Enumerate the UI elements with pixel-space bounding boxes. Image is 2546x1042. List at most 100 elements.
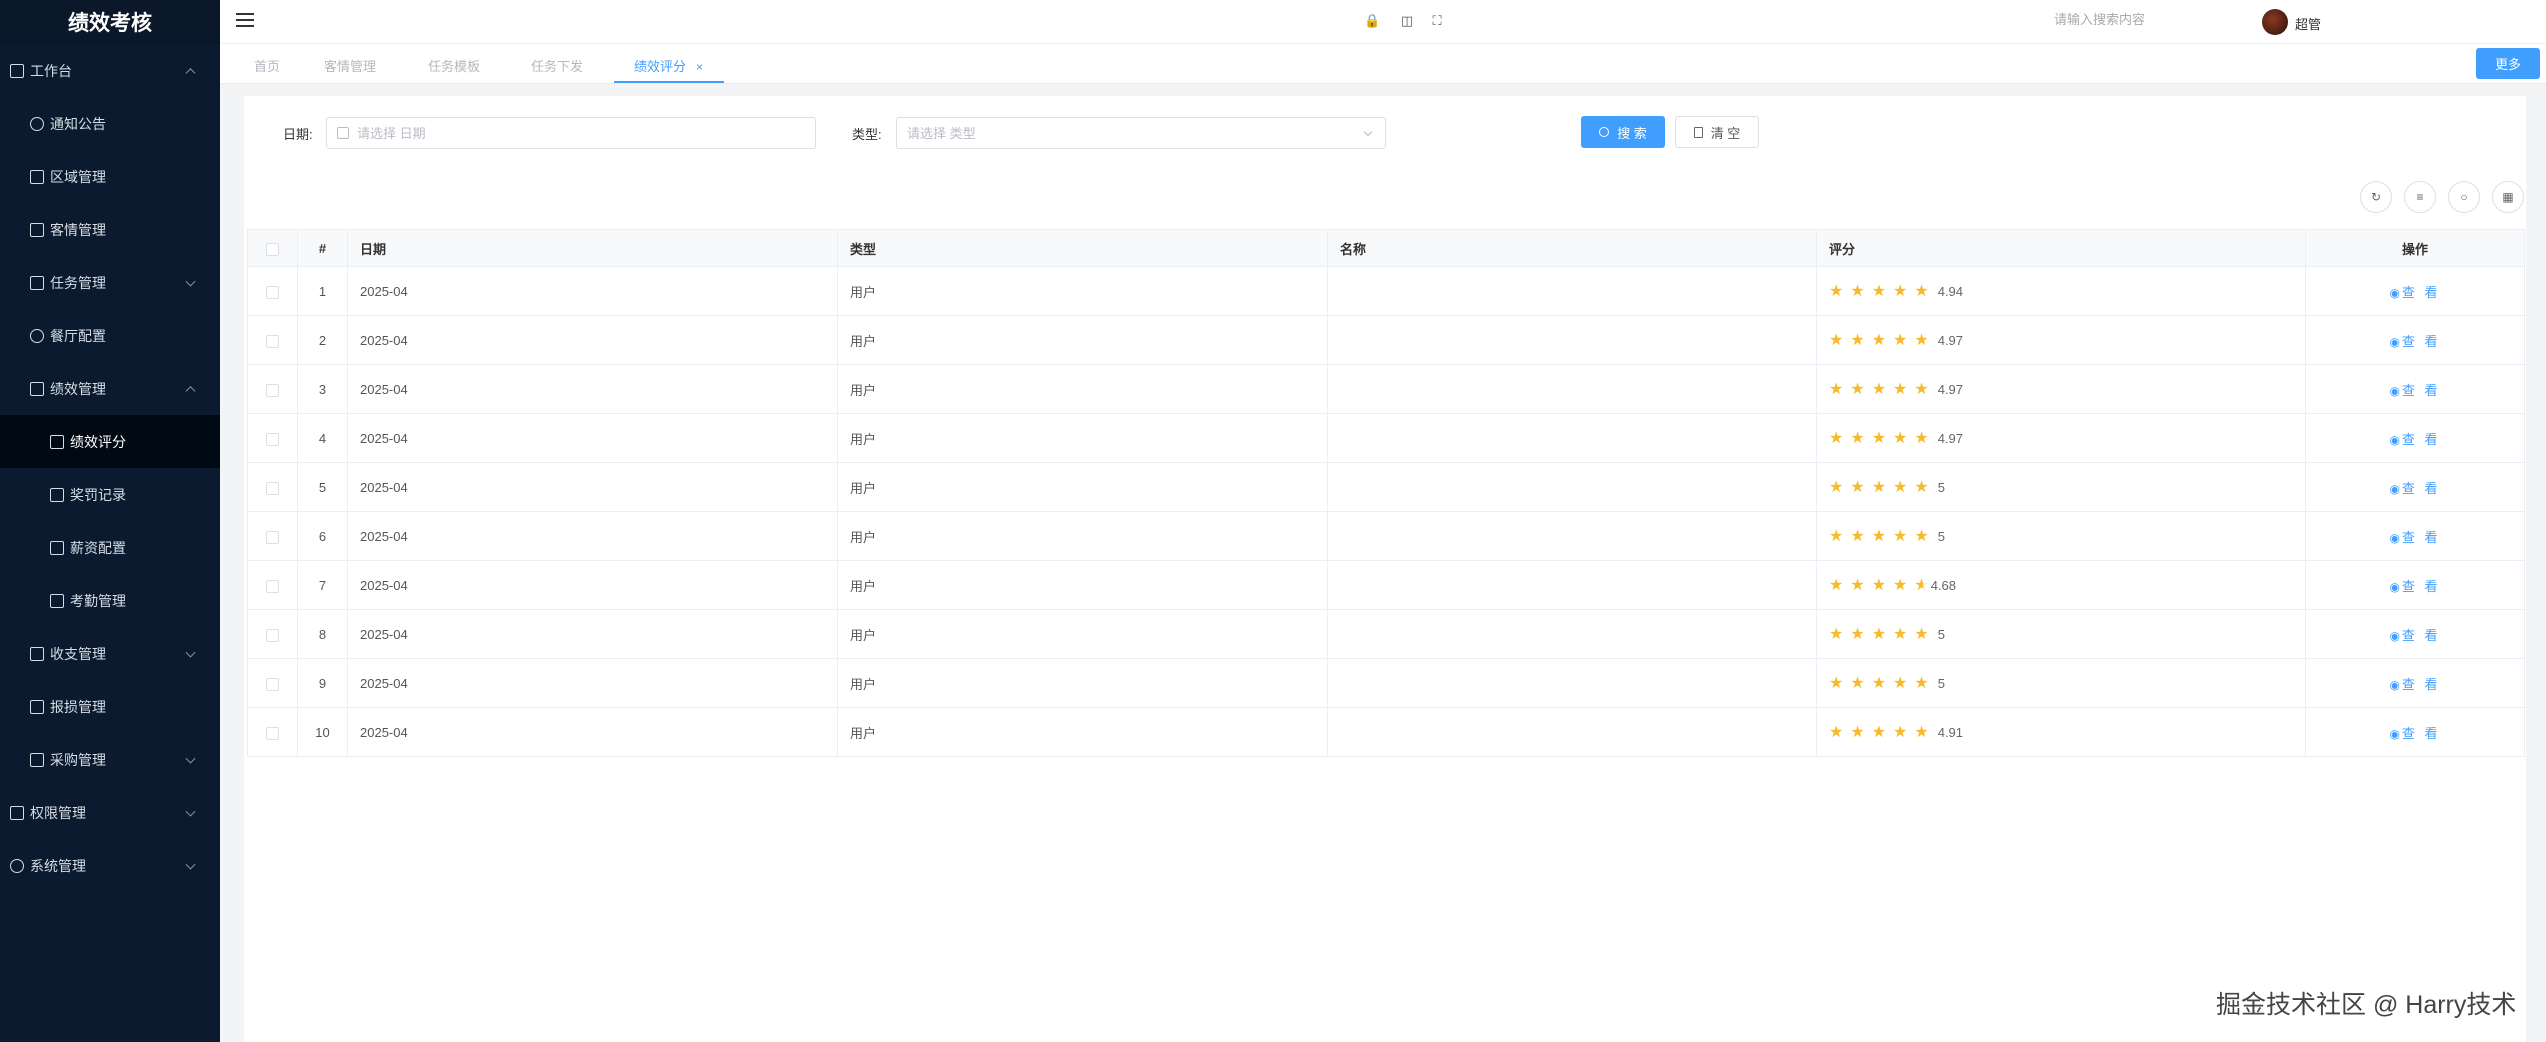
row-checkbox[interactable]: [266, 285, 279, 299]
row-select[interactable]: [247, 560, 298, 610]
table-icon: [30, 381, 44, 396]
row-index: 8: [297, 609, 348, 659]
sidebar-item[interactable]: 任务管理: [0, 256, 220, 309]
table-body: 1 2025-04 用户 ★★★★★ 4.94 ◉ 查 看 2 2025-04 用户 ★★★★★ 4.…: [247, 266, 2525, 757]
row-select[interactable]: [247, 315, 298, 365]
tab-task-dispatch[interactable]: 任务下发: [531, 56, 583, 75]
sidebar-item[interactable]: 权限管理: [0, 786, 220, 839]
table-row: 3 2025-04 用户 ★★★★★ 4.97 ◉ 查 看: [247, 364, 2525, 414]
grid-icon: [30, 752, 44, 767]
row-select[interactable]: [247, 413, 298, 463]
sidebar-item[interactable]: 绩效管理: [0, 362, 220, 415]
header-select-all[interactable]: [247, 229, 298, 267]
sidebar-item[interactable]: 奖罚记录: [0, 468, 220, 521]
app-title: 绩效考核: [0, 0, 220, 44]
sidebar-item[interactable]: 收支管理: [0, 627, 220, 680]
header-name: 名称: [1327, 229, 1817, 267]
sidebar-item[interactable]: 绩效评分: [0, 415, 220, 468]
row-action: ◉ 查 看: [2305, 413, 2525, 463]
translate-icon[interactable]: ◫: [1399, 13, 1415, 29]
sidebar-item[interactable]: 通知公告: [0, 97, 220, 150]
fullscreen-icon[interactable]: ⛶: [1429, 13, 1445, 29]
row-select[interactable]: [247, 707, 298, 757]
table-row: 6 2025-04 用户 ★★★★★ 5 ◉ 查 看: [247, 511, 2525, 561]
tab-home[interactable]: 首页: [254, 56, 280, 75]
search-toggle-icon[interactable]: ○: [2448, 181, 2480, 213]
row-checkbox[interactable]: [266, 383, 279, 397]
row-name: [1327, 609, 1817, 659]
rating-stars: ★★★★★: [1829, 381, 1936, 398]
more-button[interactable]: 更多: [2476, 48, 2540, 79]
sidebar-item[interactable]: 薪资配置: [0, 521, 220, 574]
type-select[interactable]: [896, 117, 1386, 149]
sidebar-item[interactable]: 工作台: [0, 44, 220, 97]
row-checkbox[interactable]: [266, 432, 279, 446]
avatar[interactable]: [2262, 9, 2288, 35]
view-button[interactable]: ◉ 查 看: [2389, 530, 2440, 545]
row-index: 4: [297, 413, 348, 463]
tab-performance-score[interactable]: 绩效评分 ×: [634, 56, 703, 75]
row-index: 2: [297, 315, 348, 365]
view-button[interactable]: ◉ 查 看: [2389, 481, 2440, 496]
row-checkbox[interactable]: [266, 481, 279, 495]
row-checkbox[interactable]: [266, 579, 279, 593]
row-checkbox[interactable]: [266, 726, 279, 740]
date-picker[interactable]: [326, 117, 816, 149]
row-select[interactable]: [247, 609, 298, 659]
row-type: 用户: [837, 609, 1328, 659]
sidebar-item[interactable]: 报损管理: [0, 680, 220, 733]
sidebar-item[interactable]: 客情管理: [0, 203, 220, 256]
clear-button[interactable]: 清 空: [1675, 116, 1759, 148]
view-button[interactable]: ◉ 查 看: [2389, 432, 2440, 447]
sidebar-item[interactable]: 采购管理: [0, 733, 220, 786]
row-select[interactable]: [247, 658, 298, 708]
view-button[interactable]: ◉ 查 看: [2389, 383, 2440, 398]
row-select[interactable]: [247, 266, 298, 316]
sidebar-item[interactable]: 系统管理: [0, 839, 220, 892]
view-button[interactable]: ◉ 查 看: [2389, 628, 2440, 643]
search-button[interactable]: 搜 索: [1581, 116, 1665, 148]
username[interactable]: 超管: [2295, 14, 2321, 33]
view-button[interactable]: ◉ 查 看: [2389, 677, 2440, 692]
sidebar-item[interactable]: 餐厅配置: [0, 309, 220, 362]
row-index: 10: [297, 707, 348, 757]
date-input[interactable]: [357, 125, 815, 141]
row-checkbox[interactable]: [266, 334, 279, 348]
refresh-icon[interactable]: ↻: [2360, 181, 2392, 213]
row-checkbox[interactable]: [266, 628, 279, 642]
lock-icon[interactable]: 🔒: [1364, 13, 1380, 29]
row-select[interactable]: [247, 462, 298, 512]
view-button[interactable]: ◉ 查 看: [2389, 334, 2440, 349]
sidebar-item[interactable]: 区域管理: [0, 150, 220, 203]
row-action: ◉ 查 看: [2305, 462, 2525, 512]
menu-toggle-icon[interactable]: [236, 13, 254, 29]
view-button[interactable]: ◉ 查 看: [2389, 579, 2440, 594]
row-name: [1327, 315, 1817, 365]
select-all-checkbox[interactable]: [266, 242, 279, 256]
row-checkbox[interactable]: [266, 677, 279, 691]
row-index: 5: [297, 462, 348, 512]
score-value: 5: [1937, 528, 1945, 544]
row-type: 用户: [837, 413, 1328, 463]
row-checkbox[interactable]: [266, 530, 279, 544]
rating-stars: ★★★★★: [1829, 430, 1936, 447]
search-icon: [1599, 127, 1610, 137]
view-button[interactable]: ◉ 查 看: [2389, 285, 2440, 300]
sidebar-item-label: 区域管理: [50, 168, 106, 185]
row-select[interactable]: [247, 511, 298, 561]
close-icon[interactable]: ×: [696, 60, 703, 74]
filter-settings-icon[interactable]: ≡: [2404, 181, 2436, 213]
view-button[interactable]: ◉ 查 看: [2389, 726, 2440, 741]
tab-task-template[interactable]: 任务模板: [428, 56, 480, 75]
type-input[interactable]: [907, 125, 1385, 141]
columns-icon[interactable]: ▦: [2492, 181, 2524, 213]
score-value: 4.94: [1937, 283, 1964, 299]
tab-customer[interactable]: 客情管理: [324, 56, 376, 75]
sidebar-item[interactable]: 考勤管理: [0, 574, 220, 627]
row-name: [1327, 462, 1817, 512]
row-select[interactable]: [247, 364, 298, 414]
row-date: 2025-04: [347, 658, 838, 708]
row-index: 1: [297, 266, 348, 316]
monitor-icon: [10, 63, 24, 78]
global-search-input[interactable]: [2054, 12, 2194, 27]
